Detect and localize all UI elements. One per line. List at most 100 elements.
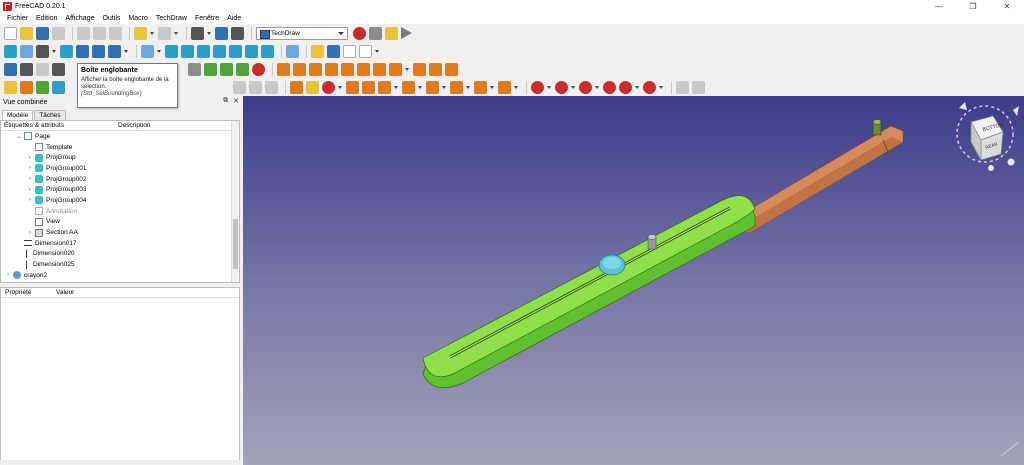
diameter-dimension-icon[interactable] <box>341 62 354 76</box>
tree-scrollbar-thumb[interactable] <box>233 219 238 269</box>
weld-symbol-icon[interactable] <box>402 80 415 94</box>
fillet-dropdown-icon[interactable] <box>635 81 640 94</box>
tree-expand-arrow-icon[interactable]: › <box>27 230 33 236</box>
angle-dimension-icon[interactable] <box>357 62 370 76</box>
radius-dimension-icon[interactable] <box>325 62 338 76</box>
chain-dimension-icon[interactable] <box>531 80 544 94</box>
std-views-dropdown-icon[interactable] <box>124 45 129 58</box>
tree-item[interactable]: › ProjGroup004 <box>1 195 239 206</box>
chain-dropdown-icon[interactable] <box>547 81 552 94</box>
forward-icon[interactable] <box>92 44 105 58</box>
3d-viewport[interactable]: BOTTOM REAR <box>243 96 1024 465</box>
undo-icon[interactable] <box>134 26 147 40</box>
surface-finish-icon[interactable] <box>426 80 439 94</box>
section-view-icon[interactable] <box>52 62 65 76</box>
tree-item[interactable]: Dimension025 <box>1 259 239 270</box>
redo-icon[interactable] <box>158 26 171 40</box>
menu-techdraw[interactable]: TechDraw <box>152 15 191 22</box>
menu-fichier[interactable]: Fichier <box>3 15 32 22</box>
macro-stop-icon[interactable] <box>369 26 382 40</box>
tree-item[interactable]: ⌄ Page <box>1 131 239 142</box>
chamfer-dropdown-icon[interactable] <box>595 81 600 94</box>
rod-end-pin[interactable] <box>872 119 882 136</box>
close-button[interactable]: ✕ <box>990 0 1024 12</box>
tree-header-description[interactable]: Description <box>118 122 151 129</box>
recompute-icon[interactable] <box>215 26 228 40</box>
std-views-icon[interactable] <box>108 44 121 58</box>
extent-dimension-icon[interactable] <box>389 62 402 76</box>
landmark-icon[interactable] <box>445 62 458 76</box>
model-tree[interactable]: Étiquettes & attributs Description ⌄ Page… <box>0 120 240 283</box>
export-page-svg-icon[interactable] <box>4 80 17 94</box>
balloon-icon[interactable] <box>429 62 442 76</box>
bolt-dropdown-icon[interactable] <box>490 81 495 94</box>
export-page-dxf-icon[interactable] <box>20 80 33 94</box>
undo-dropdown-icon[interactable] <box>150 27 155 40</box>
tree-item[interactable]: › ProjGroup002 <box>1 174 239 185</box>
extent-dropdown-icon[interactable] <box>405 63 410 76</box>
tab-tasks[interactable]: Tâches <box>34 110 66 120</box>
menu-macro[interactable]: Macro <box>124 15 151 22</box>
measure-distance-icon[interactable] <box>286 44 299 58</box>
menu-fenetre[interactable]: Fenêtre <box>191 15 223 22</box>
tree-expand-arrow-icon[interactable]: › <box>27 155 33 161</box>
project-shape-icon[interactable] <box>52 80 65 94</box>
tree-item[interactable]: View <box>1 217 239 228</box>
tree-item[interactable]: Dimension020 <box>1 249 239 260</box>
annotation-icon[interactable] <box>233 80 246 94</box>
top-view-icon[interactable] <box>197 44 210 58</box>
circle-centerline-icon[interactable] <box>450 80 463 94</box>
rich-text-icon[interactable] <box>265 80 278 94</box>
extend-line-icon[interactable] <box>643 80 656 94</box>
front-view-icon[interactable] <box>181 44 194 58</box>
tree-item[interactable]: Template <box>1 142 239 153</box>
menu-edition[interactable]: Edition <box>32 15 61 22</box>
maximize-button[interactable]: ❐ <box>956 0 990 12</box>
refresh-icon[interactable] <box>191 26 204 40</box>
tree-expand-arrow-icon[interactable]: › <box>27 176 33 182</box>
workbench-selector[interactable]: TechDraw <box>256 26 348 40</box>
arc-length-icon[interactable] <box>603 80 616 94</box>
redraw-page-icon[interactable] <box>36 80 49 94</box>
thread-hole-icon[interactable] <box>346 80 359 94</box>
bolt-circle-icon[interactable] <box>474 80 487 94</box>
float-icon[interactable]: ⧉ <box>223 97 228 105</box>
fillet-icon[interactable] <box>619 80 632 94</box>
coord-dropdown-icon[interactable] <box>571 81 576 94</box>
open-document-icon[interactable] <box>20 26 33 40</box>
weld-dropdown-icon[interactable] <box>418 81 423 94</box>
save-document-icon[interactable] <box>36 26 49 40</box>
macro-record-icon[interactable] <box>353 26 366 40</box>
arc-centerline-icon[interactable] <box>498 80 511 94</box>
right-view-icon[interactable] <box>213 44 226 58</box>
pencil-rod[interactable] <box>736 125 904 234</box>
isometric-view-icon[interactable] <box>165 44 178 58</box>
geometric-hatch-icon[interactable] <box>204 62 217 76</box>
minimize-button[interactable]: — <box>922 0 956 12</box>
image-icon[interactable] <box>220 62 233 76</box>
property-view[interactable]: Propriété Valeur <box>0 287 240 462</box>
macro-edit-icon[interactable] <box>385 26 398 40</box>
close-panel-icon[interactable]: ✕ <box>233 97 239 105</box>
redo-dropdown-icon[interactable] <box>174 27 179 40</box>
tree-item[interactable]: › ProjGroup <box>1 152 239 163</box>
tree-expand-arrow-icon[interactable]: › <box>27 197 33 203</box>
paste-icon[interactable] <box>109 26 122 40</box>
tree-item[interactable]: Dimension017 <box>1 238 239 249</box>
zoom-icon[interactable] <box>141 44 154 58</box>
knob[interactable] <box>598 254 626 276</box>
cut-icon[interactable] <box>77 26 90 40</box>
link-icon[interactable] <box>343 44 356 58</box>
centerline-icon[interactable] <box>290 80 303 94</box>
tree-item[interactable]: › crayon2 <box>1 270 239 281</box>
refresh-dropdown-icon[interactable] <box>207 27 212 40</box>
tree-item[interactable]: Annotation <box>1 206 239 217</box>
circle-dropdown-icon[interactable] <box>466 81 471 94</box>
tree-header-labels[interactable]: Étiquettes & attributs <box>1 122 118 129</box>
vertical-dimension-icon[interactable] <box>309 62 322 76</box>
rear-view-icon[interactable] <box>229 44 242 58</box>
surface-dropdown-icon[interactable] <box>442 81 447 94</box>
fit-selection-icon[interactable] <box>20 44 33 58</box>
midpoint-dropdown-icon[interactable] <box>338 81 343 94</box>
hatch-icon[interactable] <box>188 62 201 76</box>
